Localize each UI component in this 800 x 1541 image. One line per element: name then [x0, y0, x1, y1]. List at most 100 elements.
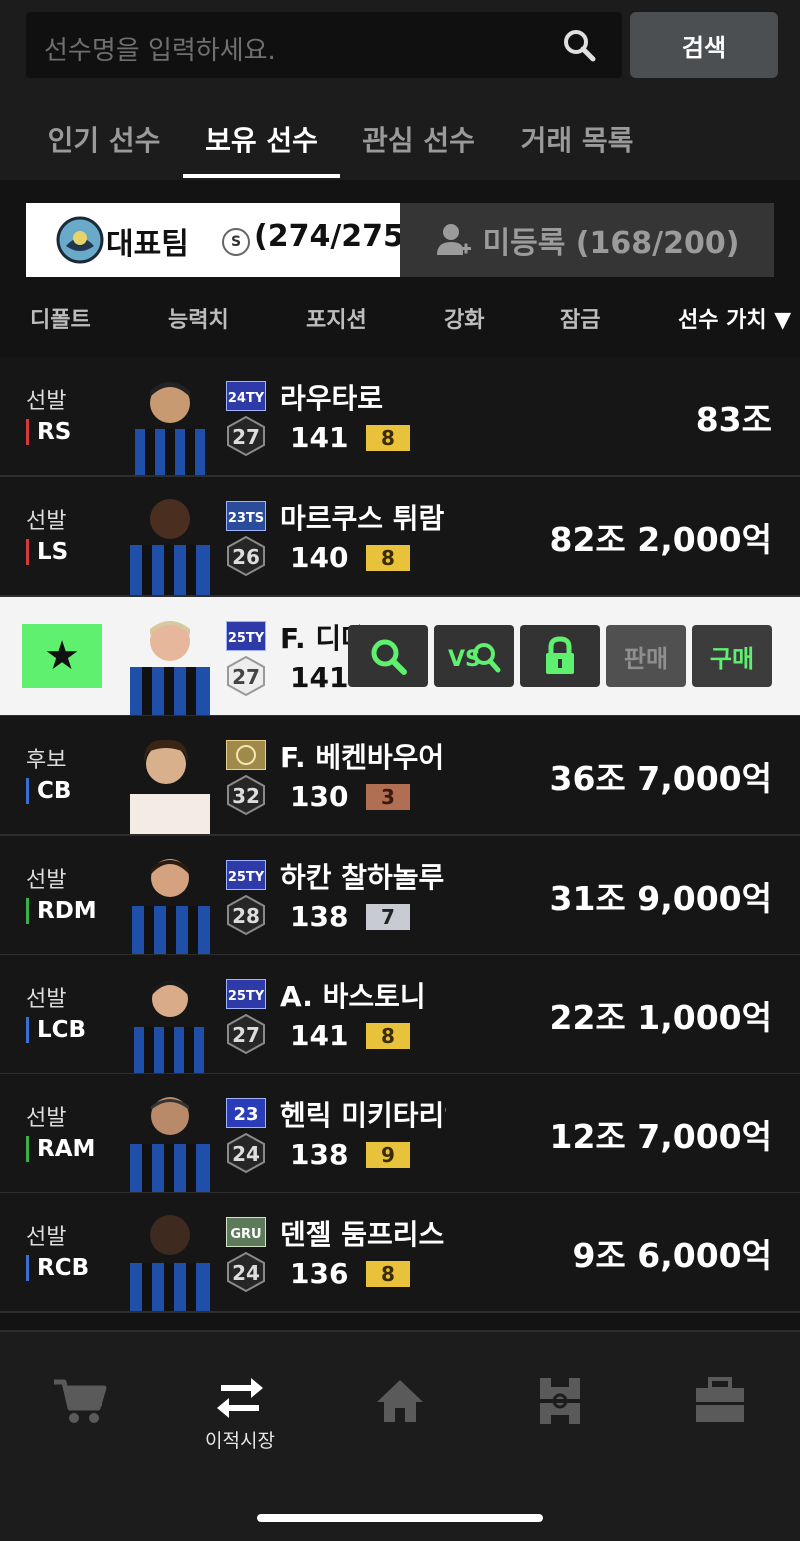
- player-overall: 24: [232, 1261, 260, 1285]
- season-badge: 23TS: [226, 501, 266, 531]
- player-position: CB: [26, 778, 71, 804]
- tab-bar: 인기 선수 보유 선수 관심 선수 거래 목록: [0, 100, 800, 180]
- player-ability: 136: [290, 1257, 349, 1290]
- segment-main-team[interactable]: 대표팀 S (274/275): [26, 203, 418, 277]
- player-portrait: [130, 1215, 210, 1311]
- player-row[interactable]: 선발 LS 23TS 26 마르쿠스 튀람 140 8 82조 2,000억: [0, 477, 800, 597]
- svg-text:GRU: GRU: [230, 1227, 261, 1242]
- search-player-button[interactable]: [348, 625, 428, 687]
- sell-button[interactable]: 판매: [606, 625, 686, 687]
- player-row-selected[interactable]: ★ 25TY 27 F. 디마르코 141 VS 판매 구매: [0, 597, 800, 717]
- player-overall: 27: [232, 1023, 260, 1047]
- tab-owned-players[interactable]: 보유 선수: [183, 100, 340, 178]
- player-name: 덴젤 둠프리스: [280, 1218, 445, 1251]
- enhancement-grade: 7: [366, 904, 410, 930]
- sort-position[interactable]: 포지션: [306, 302, 367, 334]
- player-name: 헨릭 미키타리안: [280, 1099, 446, 1132]
- player-portrait: [130, 621, 210, 715]
- team-count: (274/275): [254, 219, 418, 254]
- player-ability: 141: [290, 661, 349, 694]
- home-indicator: [257, 1514, 543, 1522]
- player-ability: 141: [290, 421, 349, 454]
- unregistered-label: 미등록 (168/200): [482, 226, 740, 261]
- magnifier-icon: [371, 639, 407, 675]
- player-role: 선발: [26, 1225, 67, 1250]
- season-badge: 25TY: [226, 979, 266, 1009]
- player-value: 82조 2,000억: [549, 520, 772, 559]
- player-row[interactable]: 선발 RS 24TY 27 라우타로 141 8 83조: [0, 357, 800, 477]
- svg-text:23TS: 23TS: [228, 511, 264, 526]
- player-role: 선발: [26, 987, 67, 1012]
- enhancement-grade: 8: [366, 545, 410, 571]
- transfer-icon: [217, 1378, 263, 1418]
- nav-club[interactable]: [670, 1376, 770, 1424]
- player-row[interactable]: 선발 LCB 25TY 27 A. 바스토니 141 8 22조 1,000억: [0, 955, 800, 1075]
- sort-ability[interactable]: 능력치: [168, 302, 229, 334]
- owned-players-panel: 대표팀 S (274/275) 미등록 (168/200) 디폴트 능력치 포지…: [0, 180, 800, 1330]
- player-role: 선발: [26, 509, 67, 534]
- player-row[interactable]: 선발 RAM 23 24 헨릭 미키타리안 138 9 12조 7,000억: [0, 1074, 800, 1194]
- nav-transfer-market[interactable]: 이적시장: [190, 1376, 290, 1453]
- nav-squad[interactable]: [510, 1376, 610, 1426]
- player-ability: 141: [290, 1019, 349, 1052]
- player-ability: 138: [290, 1138, 349, 1171]
- sort-default[interactable]: 디폴트: [30, 302, 91, 334]
- player-value: 83조: [695, 400, 772, 439]
- nav-shop[interactable]: [30, 1376, 130, 1426]
- svg-text:24TY: 24TY: [228, 391, 265, 406]
- season-badge: 23: [226, 1098, 266, 1128]
- player-value: 22조 1,000억: [549, 998, 772, 1037]
- player-name: 하칸 찰하놀루: [280, 861, 445, 894]
- svg-text:25TY: 25TY: [228, 631, 265, 646]
- player-position: RCB: [26, 1255, 89, 1281]
- favorite-star-button[interactable]: ★: [22, 624, 102, 688]
- svg-text:25TY: 25TY: [228, 989, 265, 1004]
- player-name: A. 바스토니: [280, 980, 426, 1013]
- nav-home[interactable]: [350, 1376, 450, 1426]
- player-value: 12조 7,000억: [549, 1117, 772, 1156]
- player-overall: 27: [232, 425, 260, 449]
- season-badge: 25TY: [226, 621, 266, 651]
- top-bar: 선수명을 입력하세요. 검색 인기 선수 보유 선수 관심 선수 거래 목록: [0, 0, 800, 180]
- player-role: 후보: [26, 748, 67, 773]
- bottom-nav: 이적시장: [0, 1330, 800, 1541]
- field-icon: [540, 1378, 580, 1424]
- enhancement-grade: 3: [366, 784, 410, 810]
- player-portrait: [130, 1097, 210, 1192]
- buy-button[interactable]: 구매: [692, 625, 772, 687]
- player-ability: 138: [290, 900, 349, 933]
- tab-trade-list[interactable]: 거래 목록: [497, 100, 657, 178]
- lock-icon: [546, 636, 574, 674]
- compare-button[interactable]: VS: [434, 625, 514, 687]
- tab-watchlist-players[interactable]: 관심 선수: [340, 100, 497, 178]
- player-role: 선발: [26, 868, 67, 893]
- player-row[interactable]: 후보 CB 32 F. 베켄바우어 130 3 36조 7,000억: [0, 716, 800, 836]
- briefcase-icon: [696, 1377, 744, 1422]
- search-button[interactable]: 검색: [630, 12, 778, 78]
- enhancement-grade: 8: [366, 425, 410, 451]
- tab-popular-players[interactable]: 인기 선수: [26, 100, 182, 178]
- player-overall: 26: [232, 545, 260, 569]
- sort-lock[interactable]: 잠금: [560, 302, 600, 334]
- enhancement-grade: 9: [366, 1142, 410, 1168]
- home-icon: [377, 1380, 423, 1422]
- sort-enhancement[interactable]: 강화: [444, 302, 484, 334]
- player-value: 36조 7,000억: [549, 759, 772, 798]
- player-role: 선발: [26, 389, 67, 414]
- player-position: LS: [26, 539, 68, 565]
- player-row[interactable]: 선발 RCB GRU 24 덴젤 둠프리스 136 8 9조 6,000억: [0, 1193, 800, 1313]
- segment-unregistered[interactable]: 미등록 (168/200): [400, 203, 774, 277]
- sort-player-value[interactable]: 선수 가치 ▼: [678, 302, 791, 334]
- player-name: 마르쿠스 튀람: [280, 502, 445, 535]
- player-row[interactable]: 선발 RDM 25TY 28 하칸 찰하놀루 138 7 31조 9,000억: [0, 836, 800, 956]
- player-overall: 32: [232, 784, 260, 808]
- player-overall: 24: [232, 1142, 260, 1166]
- search-input[interactable]: 선수명을 입력하세요.: [26, 12, 622, 78]
- lock-button[interactable]: [520, 625, 600, 687]
- search-icon[interactable]: [562, 28, 596, 62]
- player-portrait: [130, 739, 210, 834]
- add-user-icon: [436, 224, 471, 255]
- sort-bar: 디폴트 능력치 포지션 강화 잠금 선수 가치 ▼: [0, 286, 800, 350]
- player-position: LCB: [26, 1017, 86, 1043]
- player-overall: 28: [232, 904, 260, 928]
